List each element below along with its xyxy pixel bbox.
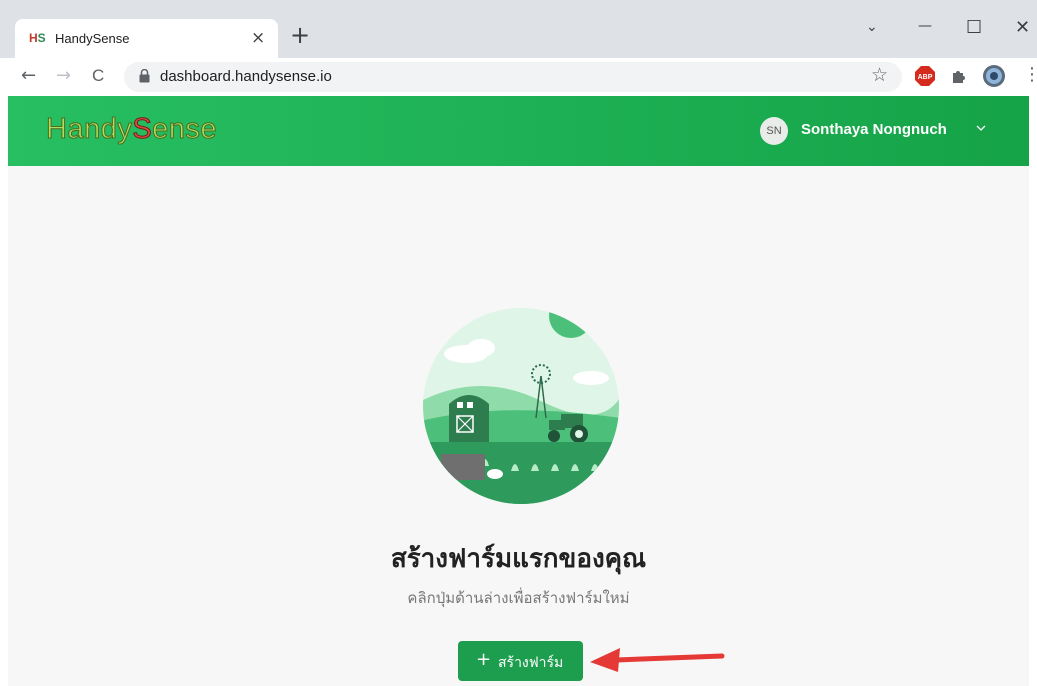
tab-search-chevron-icon[interactable]: ⌄ — [866, 19, 878, 35]
barn-icon — [449, 395, 489, 446]
user-name[interactable]: Sonthaya Nongnuch — [801, 121, 947, 138]
favicon-letter-h: H — [29, 31, 38, 45]
abp-icon[interactable]: ABP — [914, 65, 936, 87]
favicon-letter-s: S — [37, 31, 46, 45]
logo-text-handy: Handy — [45, 113, 133, 146]
new-tab-button[interactable]: + — [290, 23, 310, 47]
lock-icon — [139, 69, 150, 83]
url-text: dashboard.handysense.io — [160, 68, 332, 85]
profile-icon[interactable] — [982, 64, 1006, 88]
logo-text-ense: ense — [152, 113, 218, 146]
back-button[interactable]: ← — [21, 65, 36, 86]
chevron-down-icon[interactable] — [975, 122, 987, 134]
reload-button[interactable]: C — [92, 66, 104, 86]
handysense-logo[interactable]: HandySense — [45, 113, 218, 146]
tab-close-icon[interactable]: × — [251, 28, 265, 48]
handysense-favicon-icon: HS — [29, 31, 46, 45]
svg-text:ABP: ABP — [918, 74, 933, 81]
main-content: สร้างฟาร์มแรกของคุณ คลิกปุ่มด้านล่างเพื่… — [8, 166, 1029, 686]
close-window-button[interactable]: ✕ — [1015, 17, 1030, 38]
page-title: สร้างฟาร์มแรกของคุณ — [390, 544, 647, 574]
browser-tab[interactable]: HS HandySense × — [15, 19, 278, 58]
forward-button[interactable]: → — [56, 65, 71, 86]
avatar[interactable]: SN — [760, 117, 788, 145]
browser-tab-strip: HS HandySense × + ⌄ — ☐ ✕ — [0, 0, 1037, 58]
browser-menu-icon[interactable]: ⋮ — [1023, 64, 1037, 85]
logo-text-s: S — [132, 113, 153, 146]
create-farm-label: สร้างฟาร์ม — [498, 655, 564, 671]
address-bar[interactable]: dashboard.handysense.io ☆ — [124, 62, 902, 92]
app-header: HandySense SN Sonthaya Nongnuch — [8, 96, 1029, 166]
annotation-arrow-icon — [590, 648, 725, 672]
page-subtitle: คลิกปุ่มด้านล่างเพื่อสร้างฟาร์มใหม่ — [407, 589, 630, 607]
browser-toolbar: ← → C dashboard.handysense.io ☆ ABP ⋮ — [0, 58, 1037, 96]
puzzle-icon[interactable] — [950, 67, 968, 85]
create-farm-button[interactable]: + สร้างฟาร์ม — [458, 641, 583, 681]
minimize-button[interactable]: — — [918, 18, 932, 34]
plus-icon: + — [476, 649, 492, 670]
farm-illustration — [423, 308, 619, 504]
bookmark-star-icon[interactable]: ☆ — [871, 64, 888, 86]
maximize-button[interactable]: ☐ — [966, 17, 982, 38]
tab-title: HandySense — [55, 31, 130, 46]
